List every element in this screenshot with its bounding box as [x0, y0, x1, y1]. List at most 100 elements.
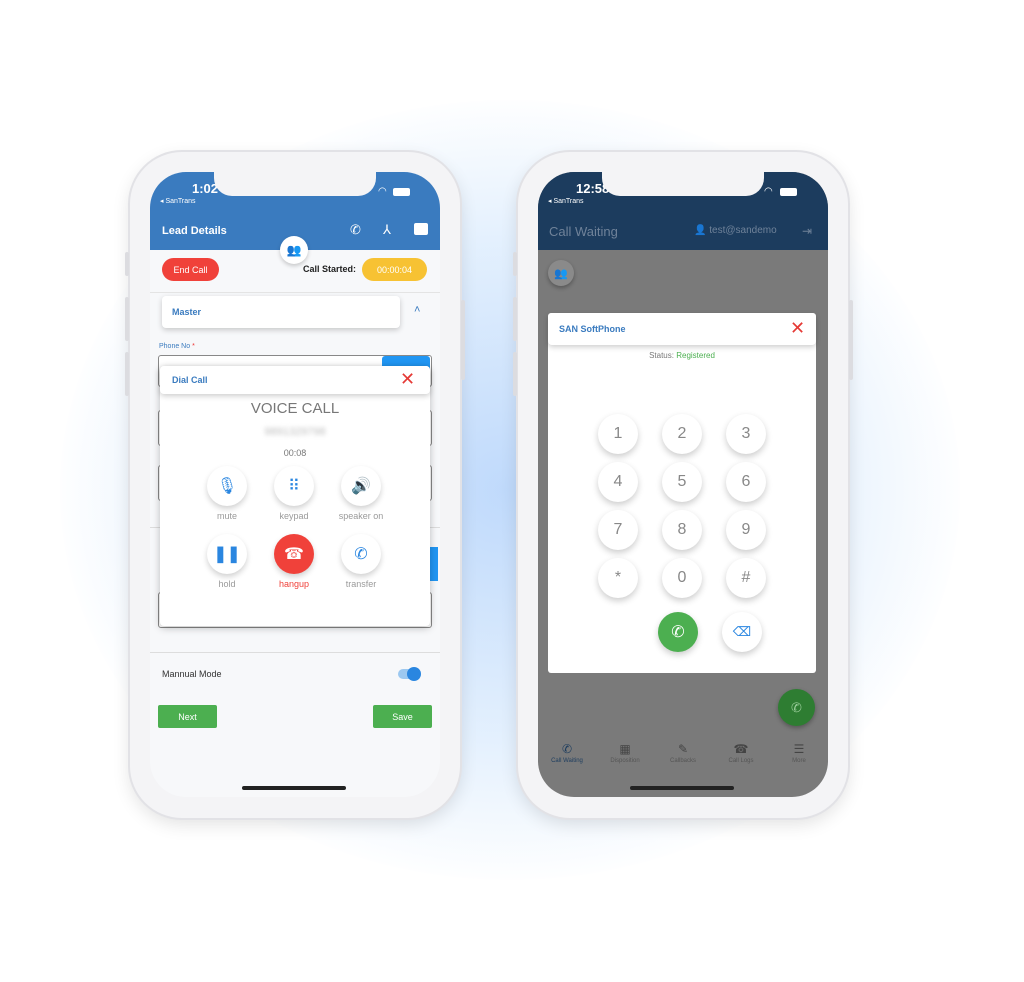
- hangup-button[interactable]: ☎: [274, 534, 314, 574]
- softphone-status: Status: Registered: [548, 351, 816, 360]
- end-call-button[interactable]: End Call: [162, 258, 219, 281]
- call-started-label: Call Started:: [303, 264, 357, 274]
- battery-icon: [393, 188, 410, 196]
- nav-label: Call Logs: [728, 758, 754, 764]
- team-avatar-icon[interactable]: 👥: [280, 236, 308, 264]
- battery-icon: [780, 188, 797, 196]
- phone-no-text: Phone No: [159, 343, 191, 350]
- caller-number: 9891329798: [264, 426, 326, 438]
- missed-call-icon: ☎: [733, 742, 749, 756]
- nav-label: Callbacks: [669, 758, 696, 764]
- keypad-key[interactable]: 8: [662, 510, 702, 550]
- left-screen: 1:02 ◂ SanTrans ◠ Lead Details ✆ ⅄ 👥 End…: [150, 172, 440, 797]
- home-indicator: [242, 786, 346, 790]
- mute-button[interactable]: 🎙: [207, 466, 247, 506]
- edit-note-icon: ✎: [677, 742, 689, 756]
- keypad-key[interactable]: 4: [598, 462, 638, 502]
- speaker-button[interactable]: 🔊: [341, 466, 381, 506]
- floating-call-button[interactable]: ✆: [778, 689, 815, 726]
- wifi-icon: ◠: [378, 186, 387, 197]
- backspace-button[interactable]: ⌫: [722, 612, 762, 652]
- keypad-key[interactable]: #: [726, 558, 766, 598]
- merge-icon[interactable]: ⅄: [383, 222, 391, 238]
- manual-mode-label: Mannual Mode: [162, 669, 222, 679]
- chevron-up-icon[interactable]: ˄: [414, 304, 420, 316]
- call-timer: 00:00:04: [362, 258, 427, 281]
- add-call-icon[interactable]: ✆: [350, 222, 361, 238]
- menu-icon: ☰: [793, 742, 805, 756]
- page-title: Call Waiting: [549, 224, 618, 239]
- keypad-key[interactable]: 6: [726, 462, 766, 502]
- keypad-key[interactable]: 2: [662, 414, 702, 454]
- dial-call-dialog: Dial Call ✕ VOICE CALL 9891329798 00:08 …: [160, 366, 430, 626]
- phone-icon: ✆: [671, 624, 685, 641]
- manual-mode-toggle[interactable]: [398, 667, 421, 681]
- home-indicator: [630, 786, 734, 790]
- keypad-key[interactable]: *: [598, 558, 638, 598]
- phone-icon: ✆: [791, 699, 802, 715]
- microphone-icon: 🎙: [216, 478, 238, 495]
- page-title: Lead Details: [162, 225, 227, 237]
- keypad-key[interactable]: 9: [726, 510, 766, 550]
- status-label: Status:: [649, 351, 674, 360]
- notch: [602, 172, 764, 196]
- call-transfer-icon: ✆: [354, 546, 368, 563]
- divider: [150, 292, 440, 293]
- calendar-icon: ▦: [619, 742, 631, 756]
- keypad-key[interactable]: 1: [598, 414, 638, 454]
- speaker-icon: 🔊: [351, 478, 371, 495]
- keypad-key[interactable]: 0: [662, 558, 702, 598]
- user-account[interactable]: 👤 test@sandemo: [694, 225, 777, 236]
- close-icon[interactable]: ✕: [790, 318, 805, 339]
- phone-no-label: Phone No *: [159, 343, 195, 350]
- nav-more[interactable]: ☰ More: [770, 742, 828, 764]
- transfer-button[interactable]: ✆: [341, 534, 381, 574]
- nav-callbacks[interactable]: ✎ Callbacks: [654, 742, 712, 764]
- right-screen: 12:58 ◂ SanTrans ◠ Call Waiting 👤 test@s…: [538, 172, 828, 797]
- divider: [150, 652, 440, 653]
- keypad-key[interactable]: 7: [598, 510, 638, 550]
- pause-icon: ❚❚: [213, 546, 241, 563]
- logout-icon[interactable]: ⇥: [802, 224, 812, 238]
- backspace-icon: ⌫: [732, 624, 752, 639]
- right-phone: 12:58 ◂ SanTrans ◠ Call Waiting 👤 test@s…: [513, 152, 853, 818]
- left-phone: 1:02 ◂ SanTrans ◠ Lead Details ✆ ⅄ 👥 End…: [125, 152, 465, 818]
- status-value: Registered: [676, 351, 715, 360]
- softphone-title: SAN SoftPhone: [548, 313, 816, 345]
- nav-label: More: [792, 758, 806, 764]
- call-waiting-icon: ✆: [561, 742, 573, 756]
- nav-label: Call Waiting: [551, 758, 583, 764]
- voice-call-title: VOICE CALL: [250, 400, 340, 417]
- notch: [214, 172, 376, 196]
- dial-call-title: Dial Call: [160, 366, 430, 394]
- team-avatar-icon[interactable]: 👥: [548, 260, 574, 286]
- hold-button[interactable]: ❚❚: [207, 534, 247, 574]
- toggle-knob: [407, 667, 421, 681]
- required-mark: *: [192, 343, 195, 350]
- nav-call-logs[interactable]: ☎ Call Logs: [712, 742, 770, 764]
- close-icon[interactable]: ✕: [400, 369, 415, 390]
- nav-disposition[interactable]: ▦ Disposition: [596, 742, 654, 764]
- back-to-app[interactable]: ◂ SanTrans: [160, 197, 196, 205]
- nav-label: Disposition: [610, 758, 640, 764]
- back-to-app[interactable]: ◂ SanTrans: [548, 197, 584, 205]
- dialpad-icon: ⠿: [288, 478, 300, 495]
- softphone-dialog: SAN SoftPhone ✕ Status: Registered 123 45…: [548, 313, 816, 673]
- message-icon[interactable]: [414, 223, 428, 235]
- bottom-nav: ✆ Call Waiting ▦ Disposition ✎ Callbacks ☎ C…: [538, 742, 828, 772]
- call-duration: 00:08: [283, 448, 307, 458]
- keypad-button[interactable]: ⠿: [274, 466, 314, 506]
- speaker-label: speaker on: [338, 511, 384, 521]
- user-email: test@sandemo: [709, 225, 777, 236]
- user-icon: 👤: [694, 225, 707, 236]
- transfer-label: transfer: [345, 579, 377, 589]
- keypad-key[interactable]: 5: [662, 462, 702, 502]
- call-button[interactable]: ✆: [658, 612, 698, 652]
- save-button[interactable]: Save: [373, 705, 432, 728]
- hangup-icon: ☎: [284, 546, 304, 563]
- wifi-icon: ◠: [764, 186, 773, 197]
- next-button[interactable]: Next: [158, 705, 217, 728]
- nav-call-waiting[interactable]: ✆ Call Waiting: [538, 742, 596, 764]
- master-section[interactable]: Master: [162, 296, 400, 328]
- keypad-key[interactable]: 3: [726, 414, 766, 454]
